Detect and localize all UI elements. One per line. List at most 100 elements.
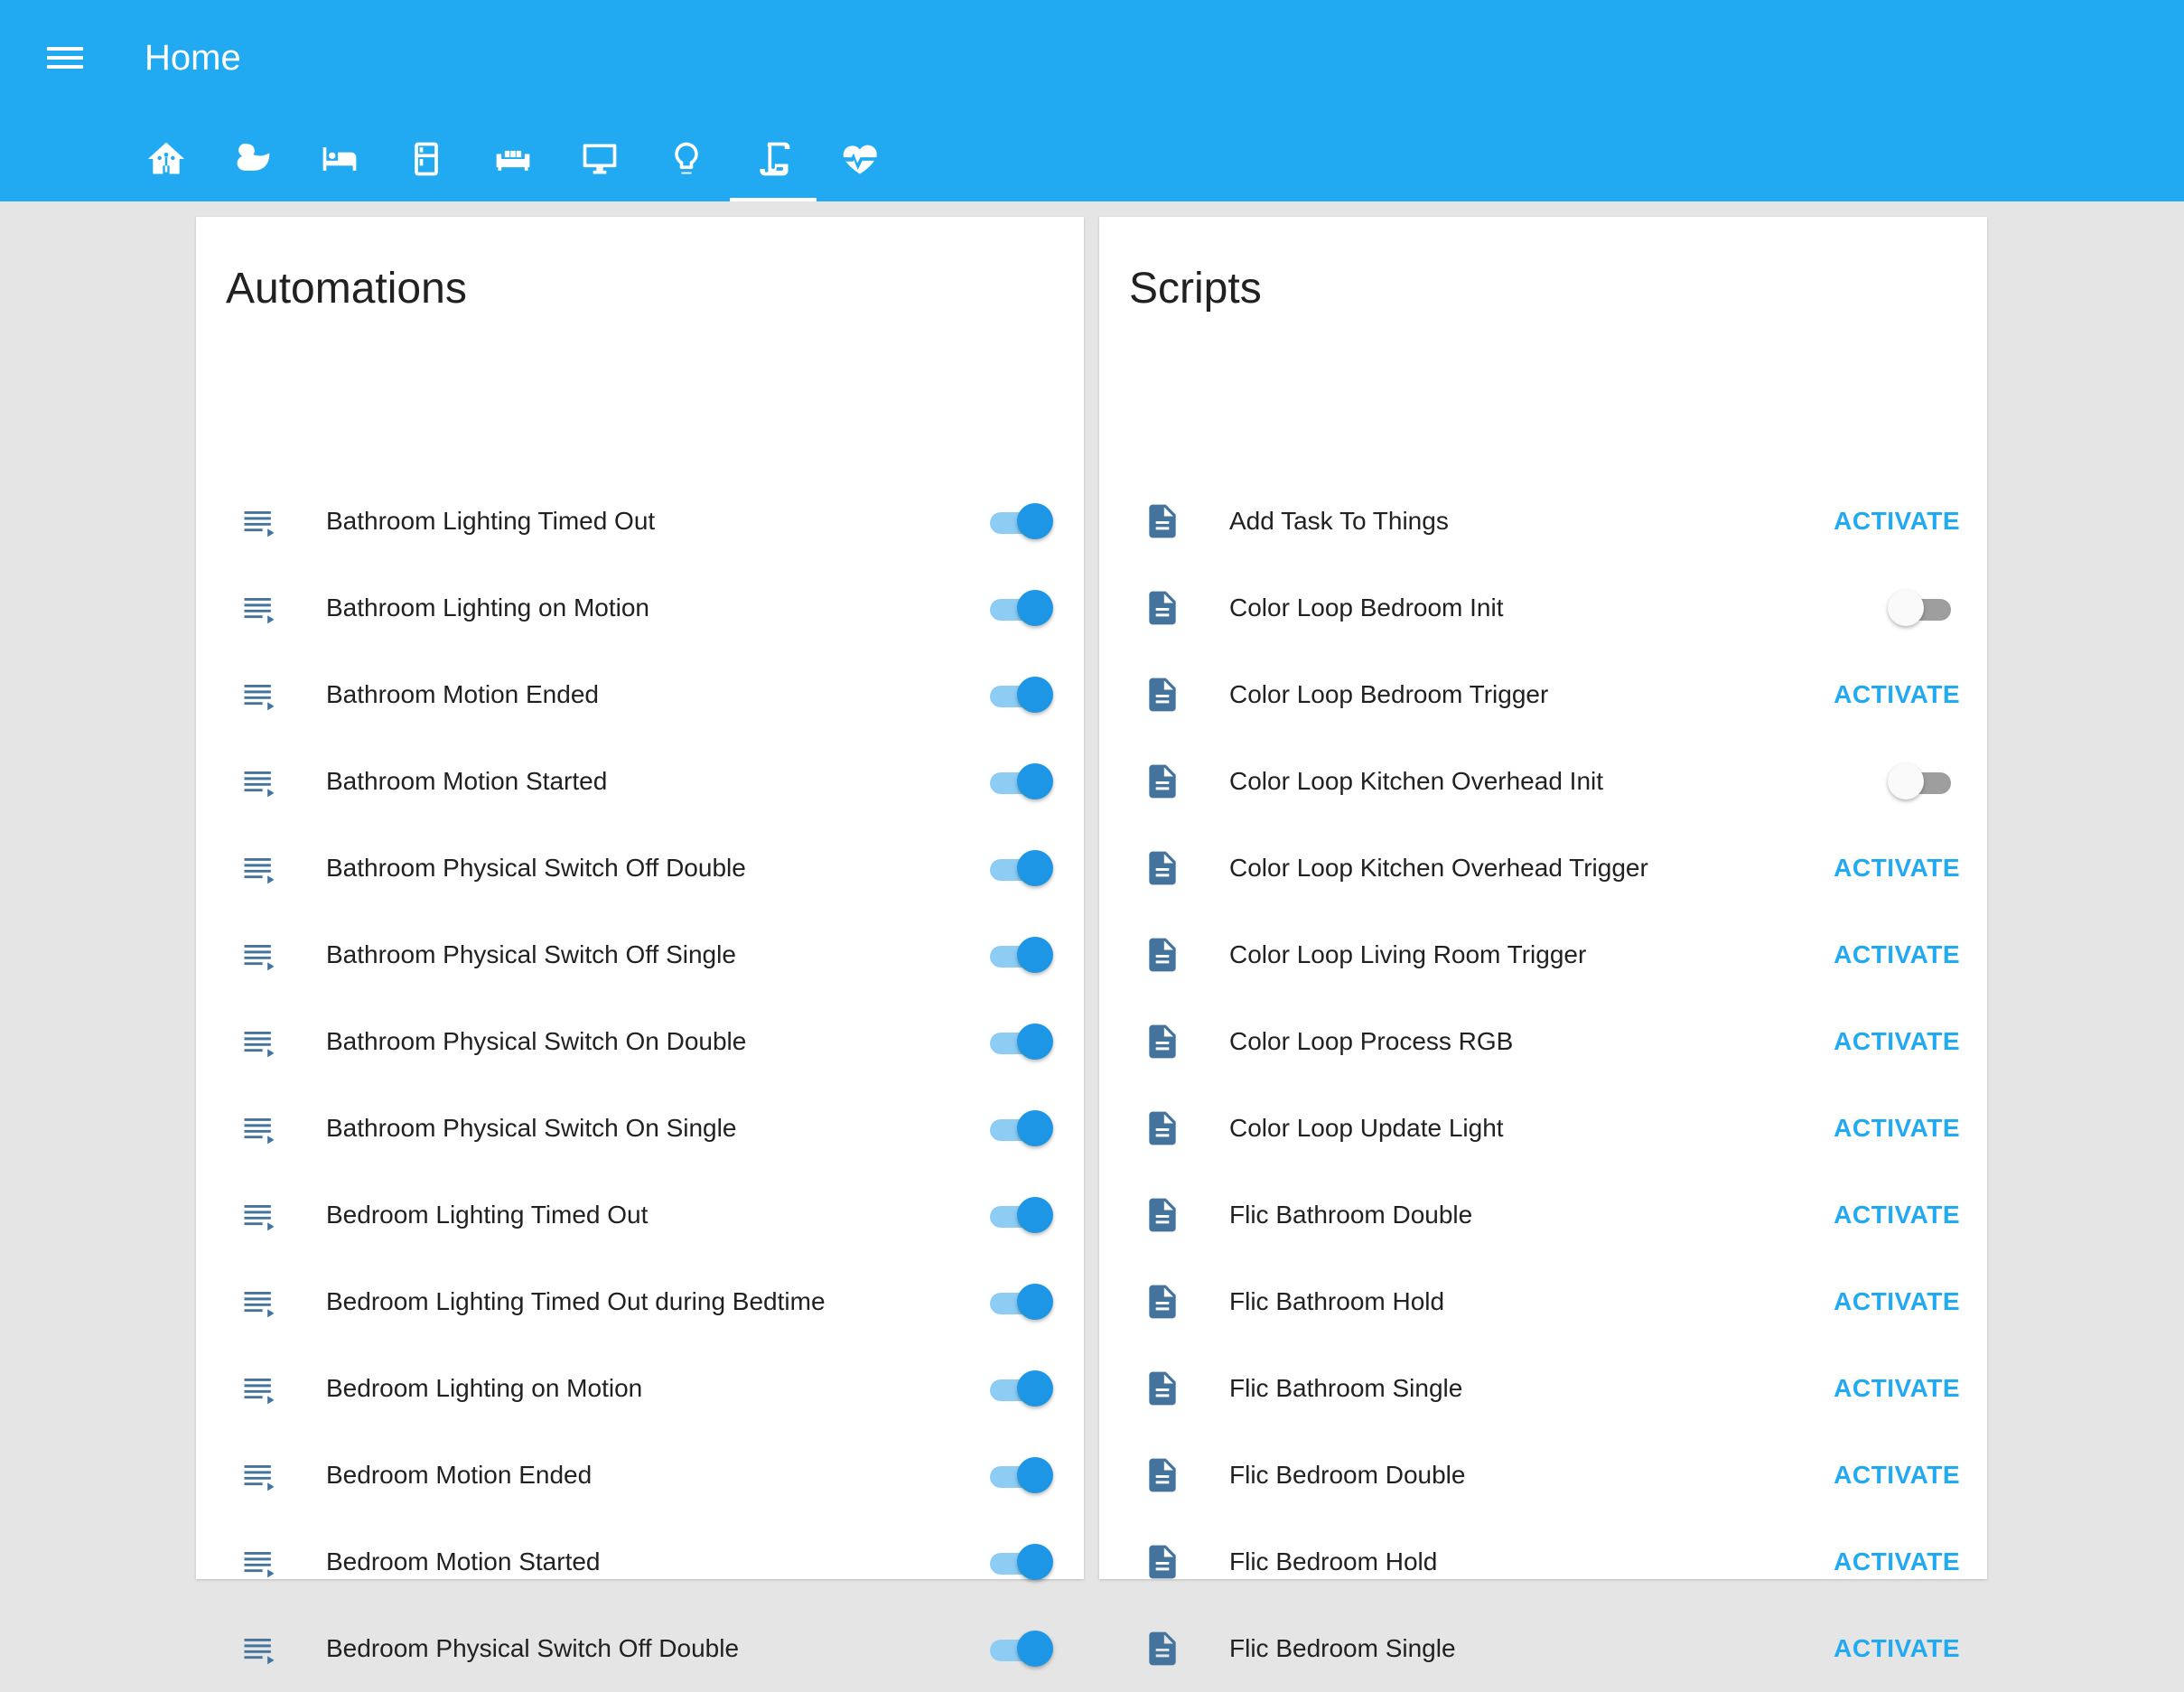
automation-toggle[interactable] (985, 590, 1053, 626)
script-label: Flic Bathroom Single (1229, 1374, 1463, 1402)
toggle-thumb (1017, 1110, 1053, 1146)
automation-toggle[interactable] (985, 1024, 1053, 1060)
tab-lights[interactable] (643, 126, 730, 201)
script-label: Flic Bedroom Hold (1229, 1547, 1438, 1575)
automation-row: Bathroom Lighting Timed Out (196, 478, 1084, 565)
script-row: Flic Bedroom Double ACTIVATE (1099, 1432, 1987, 1519)
automation-toggle[interactable] (985, 1110, 1053, 1146)
automation-toggle[interactable] (985, 1457, 1053, 1493)
automation-icon (239, 762, 279, 801)
tab-living-room[interactable] (470, 126, 556, 201)
automation-toggle[interactable] (985, 503, 1053, 539)
tab-scripts[interactable] (730, 126, 817, 201)
lightbulb-icon (675, 142, 698, 174)
toggle-thumb (1017, 1284, 1053, 1320)
script-row: Flic Bathroom Hold ACTIVATE (1099, 1258, 1987, 1345)
script-file-icon (1143, 501, 1182, 541)
tab-health[interactable] (817, 126, 903, 201)
activate-button[interactable]: ACTIVATE (1834, 1114, 1960, 1143)
automation-toggle[interactable] (985, 1197, 1053, 1233)
toggle-thumb (1017, 850, 1053, 886)
activate-button[interactable]: ACTIVATE (1834, 680, 1960, 709)
tab-media[interactable] (556, 126, 643, 201)
automation-icon (239, 675, 279, 715)
script-row: Color Loop Update Light ACTIVATE (1099, 1085, 1987, 1172)
script-label: Color Loop Update Light (1229, 1114, 1504, 1142)
activate-button[interactable]: ACTIVATE (1834, 854, 1960, 883)
automation-row: Bathroom Physical Switch On Single (196, 1085, 1084, 1172)
activate-button[interactable]: ACTIVATE (1834, 940, 1960, 969)
menu-icon[interactable] (43, 40, 87, 76)
automation-row: Bathroom Motion Ended (196, 651, 1084, 738)
activate-button[interactable]: ACTIVATE (1834, 1201, 1960, 1229)
script-file-icon (1143, 935, 1182, 975)
tab-kitchen[interactable] (383, 126, 470, 201)
script-file-icon (1143, 1022, 1182, 1061)
automation-toggle[interactable] (985, 1370, 1053, 1407)
automation-icon (239, 1282, 279, 1322)
automation-row: Bedroom Motion Ended (196, 1432, 1084, 1519)
activate-button[interactable]: ACTIVATE (1834, 507, 1960, 536)
toggle-thumb (1017, 590, 1053, 626)
automation-icon (239, 501, 279, 541)
automation-icon (239, 935, 279, 975)
script-file-icon (1143, 1542, 1182, 1582)
automation-label: Bedroom Motion Started (326, 1547, 601, 1575)
script-file-icon (1143, 1108, 1182, 1148)
script-row: Flic Bathroom Single ACTIVATE (1099, 1345, 1987, 1432)
automation-icon (239, 1542, 279, 1582)
script-file-icon (1143, 762, 1182, 801)
automation-toggle[interactable] (985, 763, 1053, 799)
activate-button[interactable]: ACTIVATE (1834, 1461, 1960, 1490)
toggle-thumb (1017, 677, 1053, 713)
automation-row: Bathroom Physical Switch Off Double (196, 825, 1084, 911)
toggle-thumb (1017, 1631, 1053, 1667)
tab-home[interactable] (123, 126, 210, 201)
activate-button[interactable]: ACTIVATE (1834, 1027, 1960, 1056)
toggle-thumb (1017, 1197, 1053, 1233)
script-toggle[interactable] (1888, 590, 1956, 626)
activate-button[interactable]: ACTIVATE (1834, 1547, 1960, 1576)
automation-label: Bathroom Physical Switch Off Double (326, 854, 746, 882)
automation-row: Bedroom Physical Switch Off Double (196, 1605, 1084, 1692)
automation-row: Bedroom Lighting Timed Out during Bedtim… (196, 1258, 1084, 1345)
automation-toggle[interactable] (985, 677, 1053, 713)
activate-button[interactable]: ACTIVATE (1834, 1287, 1960, 1316)
automation-label: Bathroom Motion Started (326, 767, 608, 795)
view-tabs (123, 126, 903, 201)
script-label: Color Loop Kitchen Overhead Trigger (1229, 854, 1648, 882)
automation-icon (239, 1108, 279, 1148)
automation-toggle[interactable] (985, 850, 1053, 886)
activate-button[interactable]: ACTIVATE (1834, 1634, 1960, 1663)
toggle-thumb (1017, 1457, 1053, 1493)
automation-label: Bedroom Lighting Timed Out (326, 1201, 649, 1229)
script-row: Color Loop Kitchen Overhead Init (1099, 738, 1987, 825)
automations-title: Automations (226, 265, 467, 313)
script-row: Color Loop Process RGB ACTIVATE (1099, 998, 1987, 1085)
automation-toggle[interactable] (985, 1284, 1053, 1320)
script-toggle[interactable] (1888, 763, 1956, 799)
automation-label: Bathroom Physical Switch On Double (326, 1027, 747, 1055)
automation-label: Bathroom Motion Ended (326, 680, 599, 708)
tab-bathroom[interactable] (210, 126, 296, 201)
automation-row: Bathroom Lighting on Motion (196, 565, 1084, 651)
automation-icon (239, 1195, 279, 1235)
script-label: Flic Bathroom Double (1229, 1201, 1473, 1229)
script-label: Flic Bedroom Double (1229, 1461, 1466, 1489)
automation-label: Bathroom Physical Switch Off Single (326, 940, 736, 968)
script-file-icon (1143, 1282, 1182, 1322)
script-file-icon (1143, 1629, 1182, 1669)
automation-row: Bedroom Lighting Timed Out (196, 1172, 1084, 1258)
tab-bedroom[interactable] (296, 126, 383, 201)
automation-toggle[interactable] (985, 937, 1053, 973)
automation-label: Bedroom Lighting Timed Out during Bedtim… (326, 1287, 826, 1315)
automation-toggle[interactable] (985, 1631, 1053, 1667)
automation-label: Bathroom Physical Switch On Single (326, 1114, 737, 1142)
script-row: Color Loop Kitchen Overhead Trigger ACTIV… (1099, 825, 1987, 911)
activate-button[interactable]: ACTIVATE (1834, 1374, 1960, 1403)
script-label: Add Task To Things (1229, 507, 1449, 535)
automation-icon (239, 1455, 279, 1495)
automation-icon (239, 588, 279, 628)
script-row: Add Task To Things ACTIVATE (1099, 478, 1987, 565)
automation-toggle[interactable] (985, 1544, 1053, 1580)
